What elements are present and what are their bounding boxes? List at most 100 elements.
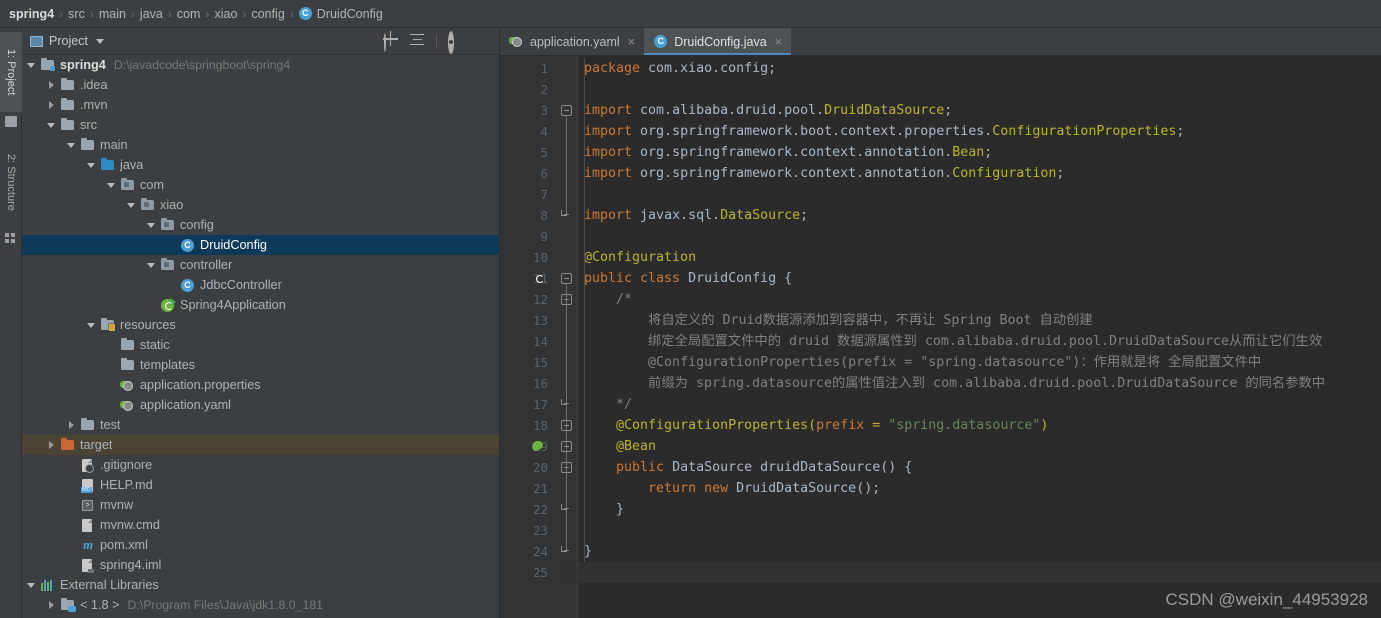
breadcrumb-item-com[interactable]: com xyxy=(177,7,201,21)
code-line[interactable]: } xyxy=(578,541,1381,562)
fold-end-marker-icon[interactable] xyxy=(561,210,569,216)
code-line[interactable]: /* xyxy=(578,289,1381,310)
tool-tab-project[interactable]: 1: Project xyxy=(0,32,22,112)
code-line[interactable]: 绑定全局配置文件中的 druid 数据源属性到 com.alibaba.drui… xyxy=(578,331,1381,352)
tree-node-spring4[interactable]: spring4 D:\javadcode\springboot\spring4 xyxy=(22,55,499,75)
breadcrumb-item-java[interactable]: java xyxy=(140,7,163,21)
code-line[interactable]: @ConfigurationProperties(prefix = "sprin… xyxy=(578,352,1381,373)
locate-in-tree-icon[interactable] xyxy=(384,32,399,52)
tree-node-main[interactable]: main xyxy=(22,135,499,155)
settings-gear-icon[interactable] xyxy=(448,30,463,54)
breadcrumb-item-spring4[interactable]: spring4 xyxy=(9,7,54,21)
editor-tab-druidconfig-java[interactable]: C DruidConfig.java × xyxy=(644,28,792,55)
tree-node-druidconfig[interactable]: C DruidConfig xyxy=(22,235,499,255)
fold-marker-icon[interactable] xyxy=(561,462,572,473)
fold-marker-icon[interactable] xyxy=(561,441,572,452)
fold-marker-icon[interactable] xyxy=(561,420,572,431)
chevron-down-icon[interactable] xyxy=(86,320,97,331)
chevron-right-icon[interactable] xyxy=(46,440,57,451)
tree-node-help-md[interactable]: HELP.md xyxy=(22,475,499,495)
code-line[interactable] xyxy=(578,79,1381,100)
chevron-right-icon[interactable] xyxy=(46,600,57,611)
code-line[interactable]: */ xyxy=(578,394,1381,415)
tool-tab-structure[interactable]: 2: Structure xyxy=(0,136,22,229)
tree-node-spring4application[interactable]: Spring4Application xyxy=(22,295,499,315)
spring-bean-implement-gutter-icon[interactable] xyxy=(532,439,546,453)
breadcrumb-item-main[interactable]: main xyxy=(99,7,126,21)
collapse-all-icon[interactable] xyxy=(410,33,425,49)
chevron-right-icon[interactable] xyxy=(46,80,57,91)
code-line[interactable] xyxy=(578,226,1381,247)
code-line[interactable] xyxy=(578,520,1381,541)
fold-marker-icon[interactable] xyxy=(561,273,572,284)
tree-node-spring4-iml[interactable]: spring4.iml xyxy=(22,555,499,575)
code-line[interactable]: package com.xiao.config; xyxy=(578,58,1381,79)
close-icon[interactable]: × xyxy=(775,34,783,49)
tree-node-application-properties[interactable]: application.properties xyxy=(22,375,499,395)
chevron-right-icon[interactable] xyxy=(46,100,57,111)
breadcrumb-item-class[interactable]: C DruidConfig xyxy=(298,7,383,21)
code-folding-gutter[interactable] xyxy=(556,56,578,618)
project-tree[interactable]: spring4 D:\javadcode\springboot\spring4 .i… xyxy=(22,55,499,617)
fold-end-marker-icon[interactable] xyxy=(561,504,569,510)
chevron-down-icon[interactable] xyxy=(66,140,77,151)
chevron-down-icon[interactable] xyxy=(95,38,104,44)
project-panel-title[interactable]: Project xyxy=(30,34,104,48)
chevron-down-icon[interactable] xyxy=(46,120,57,131)
tree-node-mvnw[interactable]: > mvnw xyxy=(22,495,499,515)
chevron-down-icon[interactable] xyxy=(86,160,97,171)
code-line[interactable]: import javax.sql.DataSource; xyxy=(578,205,1381,226)
code-line[interactable] xyxy=(578,562,1381,583)
breadcrumb-item-src[interactable]: src xyxy=(68,7,85,21)
tree-node-controller[interactable]: controller xyxy=(22,255,499,275)
code-line[interactable]: return new DruidDataSource(); xyxy=(578,478,1381,499)
chevron-down-icon[interactable] xyxy=(146,220,157,231)
chevron-down-icon[interactable] xyxy=(26,580,37,591)
tree-node-gitignore[interactable]: .gitignore xyxy=(22,455,499,475)
chevron-down-icon[interactable] xyxy=(26,60,37,71)
code-line[interactable]: 将自定义的 Druid数据源添加到容器中，不再让 Spring Boot 自动创… xyxy=(578,310,1381,331)
chevron-right-icon[interactable] xyxy=(66,420,77,431)
tree-node-src[interactable]: src xyxy=(22,115,499,135)
tree-node-1-8[interactable]: < 1.8 > D:\Program Files\Java\jdk1.8.0_18… xyxy=(22,595,499,615)
tree-node-java[interactable]: java xyxy=(22,155,499,175)
code-line[interactable]: @Bean xyxy=(578,436,1381,457)
code-line[interactable]: import org.springframework.context.annot… xyxy=(578,142,1381,163)
tree-node-external-libraries[interactable]: External Libraries xyxy=(22,575,499,595)
editor-tab-application-yaml[interactable]: application.yaml × xyxy=(500,28,644,55)
tree-node-static[interactable]: static xyxy=(22,335,499,355)
tree-node-mvn[interactable]: .mvn xyxy=(22,95,499,115)
breadcrumb-item-xiao[interactable]: xiao xyxy=(214,7,237,21)
chevron-down-icon[interactable] xyxy=(146,260,157,271)
code-line[interactable]: } xyxy=(578,499,1381,520)
tree-node-mvnw-cmd[interactable]: mvnw.cmd xyxy=(22,515,499,535)
code-line[interactable]: public class DruidConfig { xyxy=(578,268,1381,289)
code-text-area[interactable]: package com.xiao.config; import com.aliba… xyxy=(578,56,1381,618)
code-line[interactable]: public DataSource druidDataSource() { xyxy=(578,457,1381,478)
tree-node-test[interactable]: test xyxy=(22,415,499,435)
fold-end-marker-icon[interactable] xyxy=(561,546,569,552)
tree-node-resources[interactable]: resources xyxy=(22,315,499,335)
fold-marker-icon[interactable] xyxy=(561,294,572,305)
tree-node-jdbccontroller[interactable]: C JdbcController xyxy=(22,275,499,295)
code-line[interactable]: @ConfigurationProperties(prefix = "sprin… xyxy=(578,415,1381,436)
code-line[interactable]: import org.springframework.context.annot… xyxy=(578,163,1381,184)
fold-marker-icon[interactable] xyxy=(561,105,572,116)
breadcrumb-item-config[interactable]: config xyxy=(251,7,284,21)
code-editor[interactable]: 1234567891011121314151617181920212223242… xyxy=(500,56,1381,618)
chevron-down-icon[interactable] xyxy=(106,180,117,191)
tree-node-application-yaml[interactable]: application.yaml xyxy=(22,395,499,415)
chevron-down-icon[interactable] xyxy=(126,200,137,211)
fold-end-marker-icon[interactable] xyxy=(561,399,569,405)
minimize-icon[interactable] xyxy=(474,34,489,49)
code-line[interactable]: import org.springframework.boot.context.… xyxy=(578,121,1381,142)
tree-node-templates[interactable]: templates xyxy=(22,355,499,375)
code-line[interactable]: 前缀为 spring.datasource的属性值注入到 com.alibaba… xyxy=(578,373,1381,394)
close-icon[interactable]: × xyxy=(628,34,636,49)
code-line[interactable]: @Configuration xyxy=(578,247,1381,268)
tree-node-com[interactable]: com xyxy=(22,175,499,195)
code-line[interactable] xyxy=(578,184,1381,205)
tree-node-target[interactable]: target xyxy=(22,435,499,455)
tree-node-xiao[interactable]: xiao xyxy=(22,195,499,215)
tree-node-config[interactable]: config xyxy=(22,215,499,235)
